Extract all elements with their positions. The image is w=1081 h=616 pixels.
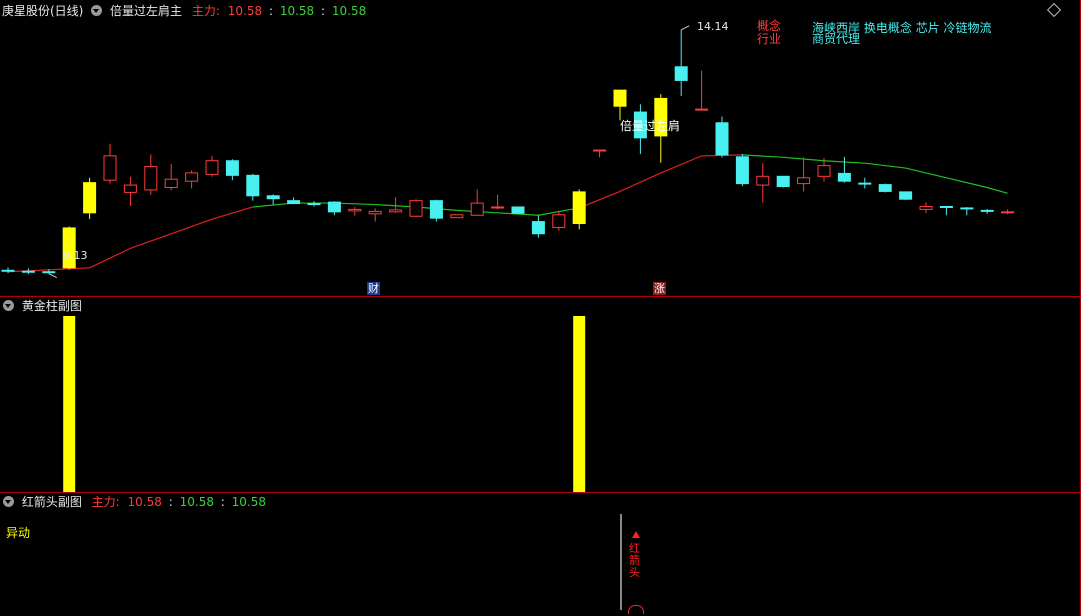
low-price-label: 9.13 [63,249,88,262]
signal-vertical-line [620,514,622,610]
candle-body [348,208,362,212]
candle-body [960,207,974,210]
candle-body [980,209,994,212]
candle-body [83,182,97,214]
candle-body [185,172,199,182]
candle-body [164,178,178,189]
candle-body [776,175,790,188]
yidong-label: 异动 [6,526,31,540]
candle-body [450,214,464,219]
zhang-tag[interactable]: 涨 [653,282,666,295]
candle-body [1001,211,1015,214]
candle-body [389,209,403,213]
candle-body [511,206,525,214]
candle-body [123,184,137,193]
candle-body [695,108,709,111]
candle-body [470,202,484,216]
sub2-menu-icon[interactable] [3,496,14,507]
candle-body [572,191,586,225]
sub2-zhuli-value-3: 10.58 [231,495,267,509]
candle-body [531,221,545,235]
ma-line-segment [946,177,988,189]
sub2-zhuli-value-2: 10.58 [179,495,214,509]
candle-body [674,66,688,81]
candle-body [552,214,566,228]
candle-body [919,205,933,210]
concept-item[interactable]: 冷链物流 [944,21,992,35]
candle-body [593,149,607,152]
candle-body [899,191,913,200]
candle-body [817,165,831,177]
candle-body [715,122,729,156]
ma-line-segment [211,206,253,220]
industry-label: 行业 [757,32,782,46]
ma-line-segment [905,167,947,179]
red-arrow-tail-icon [628,605,644,614]
concept-item[interactable]: 换电概念 [864,21,912,35]
candle-body [327,201,341,213]
candle-body [307,203,321,206]
candle-body [613,89,627,107]
candle-body [21,270,35,273]
candle-body [287,200,301,205]
candle-body [103,155,117,181]
candle-body [368,210,382,215]
signal-label: 倍量过左肩 [620,119,681,133]
candle-body [1,269,15,272]
gold-column-bar [63,316,76,492]
candle-body [491,206,505,209]
candle-body [429,200,443,219]
candle-body [939,205,953,208]
candle-body [409,200,423,217]
candlestick-chart [1,25,1015,279]
candle-body [735,156,749,185]
ma-line-segment [130,233,172,249]
candle-body [878,184,892,192]
candle-body [797,177,811,185]
ma-line-segment [170,218,213,235]
ma-line-segment [864,162,906,169]
ma-line-segment [987,186,1008,194]
high-price-label: 14.14 [697,20,729,33]
gold-column-bar [573,316,586,492]
candle-body [144,166,158,191]
main-chart-panel[interactable]: 庚星股份(日线) 倍量过左肩主 主力: 10.58 : 10.58 : 10.5… [0,0,1081,296]
red-arrow-panel[interactable]: 红箭头副图 主力: 10.58 : 10.58 : 10.58 异动 红箭头 [0,493,1081,616]
ma-line-segment [89,247,131,269]
industry-item[interactable]: 商贸代理 [811,33,861,46]
red-arrow-label: 红箭头 [629,542,640,579]
candle-body [858,182,872,185]
candle-body [42,271,56,274]
candle-body [837,172,851,182]
gold-column-panel[interactable]: 黄金柱副图 [0,297,1081,492]
candle-body [266,195,280,200]
candle-body [246,174,260,197]
ma-line-segment [660,155,702,174]
sub2-zhuli-label: 主力: [91,495,120,509]
candle-body [756,175,770,186]
gold-column-chart [63,316,586,492]
high-marker-line [680,25,690,31]
candle-body [225,160,239,176]
sub2-zhuli-value-1: 10.58 [127,495,162,509]
ma-line-segment [619,172,662,192]
concept-item[interactable]: 芯片 [916,21,940,35]
sub2-title[interactable]: 红箭头副图 [22,494,82,510]
red-arrow-up-icon [632,531,640,538]
candle-body [205,160,219,175]
low-marker-line [48,273,58,279]
cai-tag[interactable]: 财 [367,282,380,295]
